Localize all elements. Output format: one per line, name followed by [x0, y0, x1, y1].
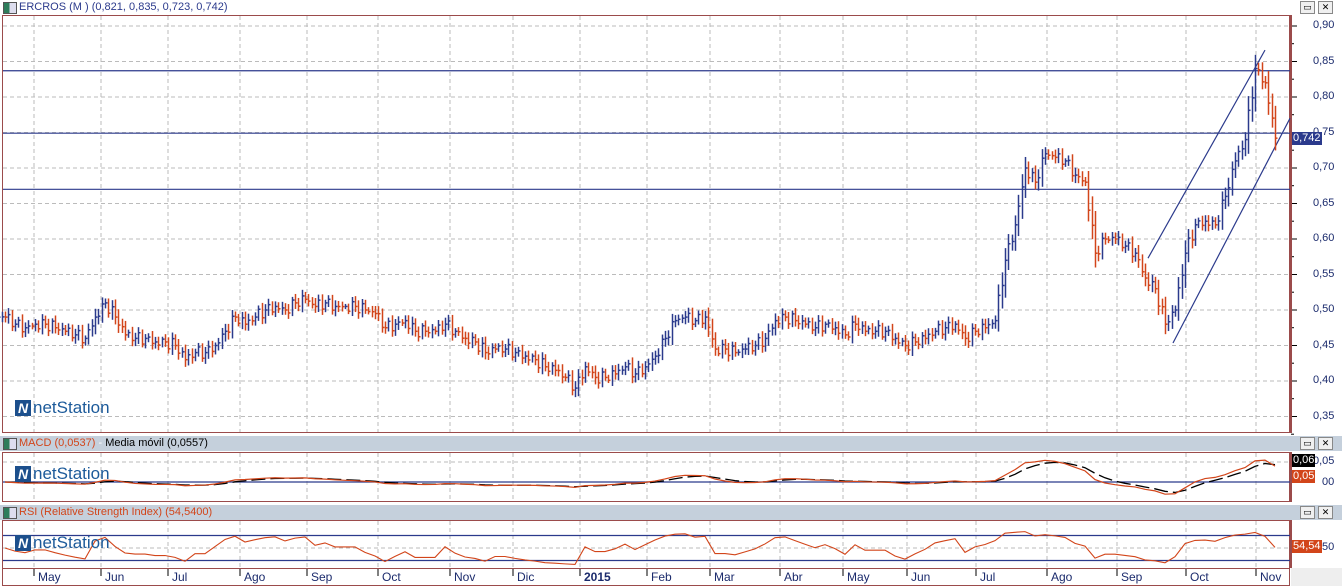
- month-label: Jul: [172, 570, 188, 584]
- month-label: Jun: [911, 570, 931, 584]
- netstation-logo: NnetStation: [15, 398, 110, 418]
- month-label: May: [38, 570, 61, 584]
- month-label: Feb: [651, 570, 672, 584]
- month-label: Ago: [1051, 570, 1073, 584]
- trend-channel-line: [1147, 49, 1266, 259]
- macd-signal-line: [4, 461, 1276, 494]
- month-label: Abr: [784, 570, 803, 584]
- price-tick-label: 0,60: [1313, 232, 1335, 244]
- netstation-logo: NnetStation: [15, 464, 110, 484]
- chart-canvas: [0, 15, 1297, 576]
- rsi-axis-label: 50: [1322, 541, 1335, 553]
- month-label: Oct: [382, 570, 401, 584]
- trend-channel-line: [1172, 118, 1291, 344]
- month-label: Oct: [1190, 570, 1209, 584]
- macd-value-tag: 0,06: [1292, 454, 1316, 467]
- month-label: Nov: [1260, 570, 1282, 584]
- macd-line: [4, 459, 1276, 495]
- price-tick-label: 0,35: [1313, 409, 1335, 422]
- price-tick-label: 0,65: [1313, 196, 1335, 209]
- macd-axis-label: 0,05: [1313, 455, 1335, 467]
- month-label: Sep: [1121, 570, 1143, 584]
- price-tick-label: 0,80: [1313, 90, 1335, 102]
- price-tick-label: 0,45: [1313, 338, 1335, 351]
- price-tick-label: 0,50: [1313, 303, 1335, 315]
- month-label: May: [847, 570, 870, 584]
- macd-axis-label: 00: [1322, 476, 1335, 488]
- month-label: Nov: [454, 570, 476, 584]
- month-label: Mar: [714, 570, 735, 584]
- month-label: Jul: [980, 570, 996, 584]
- price-tick-label: 0,85: [1313, 54, 1335, 67]
- month-label: Jun: [105, 570, 125, 584]
- month-label: Sep: [311, 570, 333, 584]
- month-label: 2015: [584, 570, 611, 584]
- chart-window: ERCROS (M ) (0,821, 0,835, 0,723, 0,742)…: [0, 0, 1342, 586]
- price-tick-label: 0,55: [1313, 267, 1335, 280]
- signal-value-tag: 0,05: [1292, 470, 1316, 483]
- netstation-logo: NnetStation: [15, 533, 110, 553]
- rsi-value-tag: 54,54: [1292, 540, 1322, 553]
- month-label: Ago: [244, 570, 266, 584]
- price-tick-label: 0,90: [1313, 19, 1335, 31]
- price-tick-label: 0,70: [1313, 161, 1335, 173]
- month-label: Dic: [517, 570, 535, 584]
- price-tick-label: 0,40: [1313, 374, 1335, 386]
- current-price-tag: 0,742: [1292, 132, 1322, 145]
